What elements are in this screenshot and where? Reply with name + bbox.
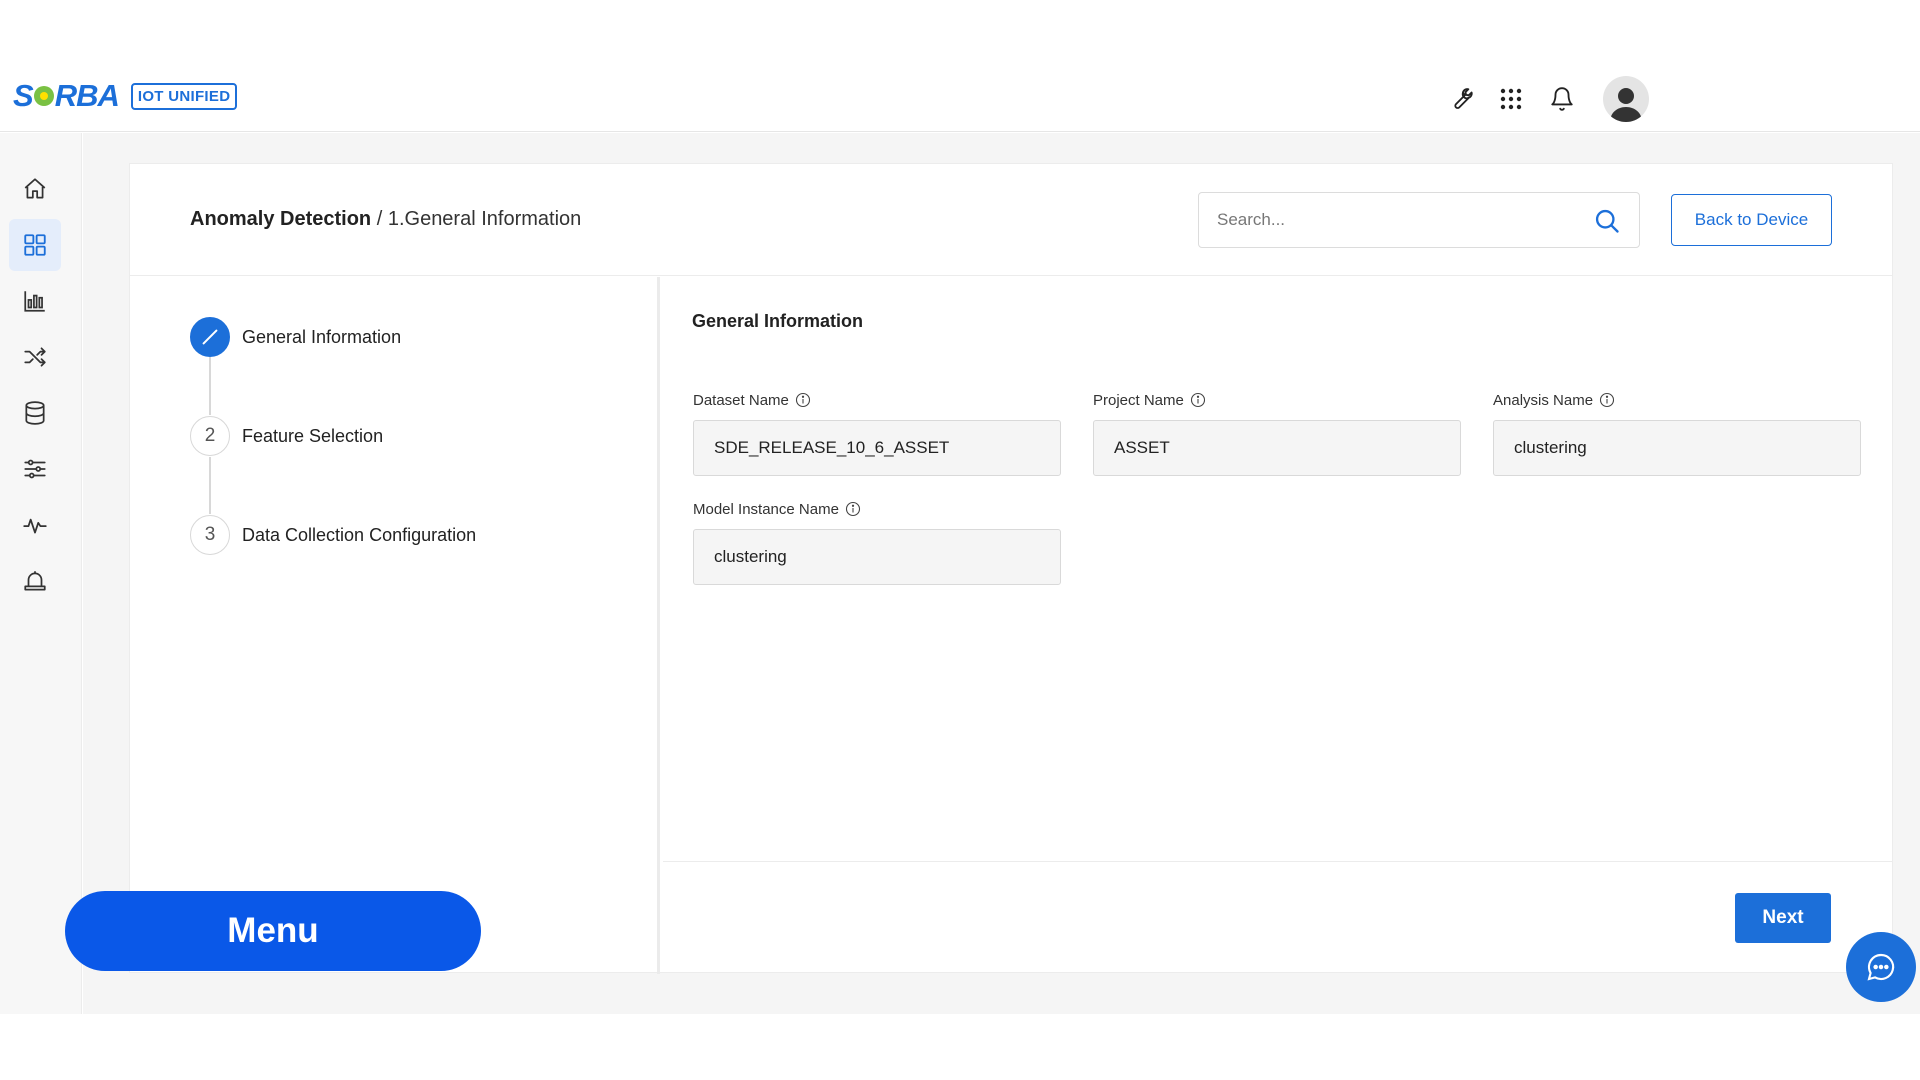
step-connector — [209, 457, 211, 514]
info-icon[interactable] — [1599, 392, 1615, 408]
sidebar-item-dashboard[interactable] — [9, 219, 61, 271]
sidebar-item-monitoring[interactable] — [9, 499, 61, 551]
step-label: Feature Selection — [242, 425, 384, 446]
info-icon[interactable] — [1190, 392, 1206, 408]
apps-grid-icon[interactable] — [1491, 79, 1531, 119]
field-project-name: Project Name — [1093, 390, 1461, 476]
step-label: General Information — [242, 326, 402, 347]
wrench-icon[interactable] — [1440, 79, 1480, 119]
database-icon — [25, 401, 45, 425]
menu-button[interactable]: Menu — [65, 891, 481, 971]
field-label: Model Instance Name — [693, 499, 1061, 519]
breadcrumb-current: 1.General Information — [387, 208, 582, 230]
step-active-indicator — [190, 317, 230, 357]
field-label: Dataset Name — [693, 390, 1061, 410]
logo-text-right: RBA — [54, 78, 120, 113]
field-analysis-name: Analysis Name — [1493, 390, 1861, 476]
bell-icon[interactable] — [1542, 79, 1582, 119]
step-number: 3 — [190, 515, 230, 555]
form-footer-divider — [663, 861, 1893, 862]
step-feature-selection[interactable]: 2 Feature Selection — [190, 416, 383, 456]
user-silhouette-icon — [1610, 88, 1642, 122]
field-dataset-name: Dataset Name — [693, 390, 1061, 476]
top-bar: S RBA IOT UNIFIED — [0, 62, 1920, 132]
back-to-device-button[interactable]: Back to Device — [1671, 194, 1832, 246]
step-connector — [209, 357, 211, 415]
field-label: Project Name — [1093, 390, 1461, 410]
dashboard-icon — [24, 234, 46, 256]
search-box — [1198, 192, 1640, 248]
brand-logo[interactable]: S RBA IOT UNIFIED — [13, 78, 238, 114]
sidebar-item-home[interactable] — [9, 163, 61, 215]
sidebar-item-workflow[interactable] — [9, 331, 61, 383]
step-label: Data Collection Configuration — [242, 524, 477, 545]
chat-icon — [1867, 953, 1895, 981]
project-name-input[interactable] — [1093, 420, 1461, 476]
header-actions — [1440, 76, 1649, 122]
field-label: Analysis Name — [1493, 390, 1861, 410]
sliders-icon — [24, 459, 46, 479]
card-header: Anomaly Detection / 1.General Informatio… — [130, 164, 1892, 276]
form-title: General Information — [692, 311, 864, 331]
info-icon[interactable] — [795, 392, 811, 408]
logo-wordmark: S RBA — [13, 78, 120, 114]
field-model-instance-name: Model Instance Name — [693, 499, 1061, 585]
field-label-text: Dataset Name — [693, 391, 789, 409]
sidebar-item-data[interactable] — [9, 387, 61, 439]
alarm-icon — [24, 571, 46, 591]
sidebar-item-alarms[interactable] — [9, 555, 61, 607]
shuffle-icon — [24, 347, 46, 367]
next-button[interactable]: Next — [1735, 893, 1831, 943]
breadcrumb-separator: / — [371, 208, 388, 230]
step-general-information[interactable]: General Information — [190, 317, 401, 357]
home-icon — [24, 178, 46, 199]
product-badge: IOT UNIFIED — [130, 82, 238, 110]
search-icon[interactable] — [1593, 207, 1621, 235]
wizard-card: Anomaly Detection / 1.General Informatio… — [129, 163, 1893, 974]
sidebar — [0, 133, 82, 1014]
model-instance-name-input[interactable] — [693, 529, 1061, 585]
breadcrumb: Anomaly Detection / 1.General Informatio… — [190, 208, 581, 231]
wizard-stepper: General Information 2 Feature Selection … — [130, 277, 660, 974]
logo-dot-icon — [33, 86, 54, 106]
user-avatar[interactable] — [1603, 76, 1649, 122]
step-data-collection-configuration[interactable]: 3 Data Collection Configuration — [190, 515, 476, 555]
activity-icon — [23, 518, 47, 534]
chat-button[interactable] — [1846, 932, 1916, 1002]
breadcrumb-root[interactable]: Anomaly Detection — [190, 208, 371, 230]
logo-text-left: S — [13, 78, 34, 113]
bar-chart-icon — [24, 291, 45, 312]
pencil-icon — [202, 329, 218, 345]
step-number: 2 — [190, 416, 230, 456]
sidebar-item-analytics[interactable] — [9, 275, 61, 327]
analysis-name-input[interactable] — [1493, 420, 1861, 476]
field-label-text: Analysis Name — [1493, 391, 1594, 409]
field-label-text: Model Instance Name — [693, 500, 839, 518]
search-input[interactable] — [1217, 193, 1587, 247]
sidebar-item-settings[interactable] — [9, 443, 61, 495]
info-icon[interactable] — [845, 501, 861, 517]
field-label-text: Project Name — [1093, 391, 1184, 409]
dataset-name-input[interactable] — [693, 420, 1061, 476]
